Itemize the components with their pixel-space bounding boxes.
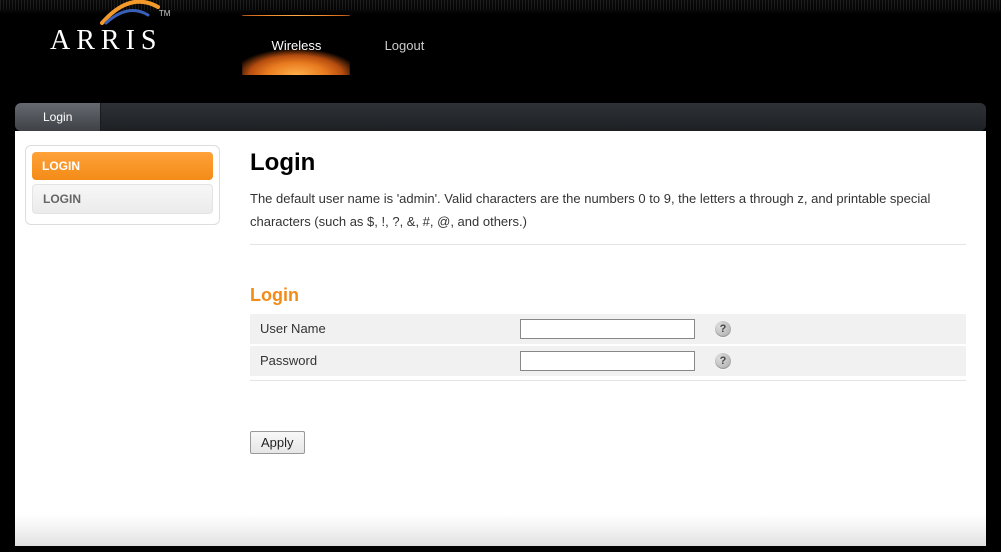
sidebar-item-login[interactable]: LOGIN [32, 184, 213, 214]
help-icon[interactable]: ? [715, 321, 731, 337]
brand-name: ARRIS [50, 25, 162, 57]
brand-swoosh-icon [100, 0, 160, 25]
apply-button[interactable]: Apply [250, 431, 305, 454]
login-form: User Name ? Password ? [250, 314, 966, 376]
content-area: LOGIN LOGIN Login The default user name … [15, 131, 986, 514]
divider [250, 244, 966, 245]
row-password: Password ? [250, 345, 966, 376]
tab-wireless[interactable]: Wireless [242, 15, 350, 75]
tab-logout[interactable]: Logout [350, 15, 458, 75]
password-input[interactable] [520, 351, 695, 371]
sidebar: LOGIN LOGIN [25, 145, 220, 225]
section-title-login: Login [250, 285, 966, 306]
help-icon[interactable]: ? [715, 353, 731, 369]
page-description: The default user name is 'admin'. Valid … [250, 187, 966, 234]
footer-gradient [15, 514, 986, 546]
username-input[interactable] [520, 319, 695, 339]
row-username: User Name ? [250, 314, 966, 345]
sub-header: Login [15, 103, 986, 131]
sidebar-item-login-active[interactable]: LOGIN [32, 152, 213, 180]
username-label: User Name [250, 314, 510, 345]
subtab-login[interactable]: Login [15, 103, 101, 131]
brand-logo: ARRIS TM [50, 25, 162, 57]
brand-tm: TM [159, 9, 171, 18]
main: Login The default user name is 'admin'. … [220, 145, 976, 454]
password-label: Password [250, 345, 510, 376]
divider [250, 380, 966, 381]
top-tabs: Wireless Logout [242, 0, 458, 75]
page-title: Login [250, 149, 966, 177]
header: ARRIS TM Wireless Logout [0, 0, 1001, 75]
